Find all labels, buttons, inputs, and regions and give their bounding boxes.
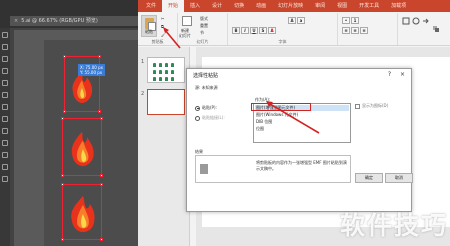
bullets-button[interactable]: • — [342, 17, 350, 24]
align-right-button[interactable]: ≡ — [360, 27, 368, 34]
rotate-tool-icon[interactable] — [2, 116, 8, 122]
align-left-button[interactable]: ≡ — [342, 27, 350, 34]
paste-button[interactable]: 粘贴 — [141, 15, 157, 37]
rectangle-shape-icon[interactable] — [402, 17, 410, 25]
ribbon: 粘贴 ✂ ⧉ 🖌 剪贴板 新建 幻灯片 版式 重置 节 幻灯片 B I U S — [138, 12, 450, 46]
tab-addins[interactable]: 加载项 — [385, 0, 412, 12]
ribbon-tab-bar: 文件 开始 插入 设计 切换 动画 幻灯片放映 审阅 视图 开发工具 加载项 — [138, 0, 450, 12]
strikethrough-button[interactable]: S — [259, 27, 267, 34]
flame-artwork[interactable] — [66, 192, 100, 236]
align-center-button[interactable]: ≡ — [351, 27, 359, 34]
document-tab-title: 5.ai @ 66.67% (RGB/GPU 预览) — [21, 18, 98, 24]
tab-slideshow[interactable]: 幻灯片放映 — [272, 0, 309, 12]
paste-label: 粘贴 — [145, 29, 153, 34]
section-button[interactable]: 节 — [200, 30, 204, 36]
reset-button[interactable]: 重置 — [200, 23, 208, 29]
tab-developer[interactable]: 开发工具 — [353, 0, 385, 12]
annotation-arrow-option — [266, 101, 320, 134]
numbering-button[interactable]: 1 — [351, 17, 359, 24]
annotation-arrow-paste — [163, 27, 181, 49]
font-group-label: 字体 — [278, 39, 287, 44]
scale-tool-icon[interactable] — [2, 128, 8, 134]
result-box: 将剪贴板的内容作为一张增强型 EMF 图片粘贴到演示文稿中。 — [195, 155, 351, 183]
pen-tool-icon[interactable] — [2, 56, 8, 62]
bold-button[interactable]: B — [232, 27, 240, 34]
shrink-font-button[interactable]: a — [297, 17, 305, 24]
slide-number: 1 — [141, 59, 145, 65]
arrange-icon[interactable] — [432, 25, 440, 33]
grow-font-button[interactable]: A — [288, 17, 296, 24]
slide-number: 2 — [141, 91, 145, 97]
paste-radio-row[interactable]: 粘贴(P): — [195, 105, 217, 111]
cancel-button[interactable]: 取消 — [385, 173, 413, 183]
clipboard-result-icon — [200, 164, 208, 174]
result-text: 将剪贴板的内容作为一张增强型 EMF 图片粘贴到演示文稿中。 — [256, 160, 347, 171]
coordinate-tooltip: X: 75.00 px Y: 55.00 px — [78, 64, 105, 76]
tab-file[interactable]: 文件 — [140, 0, 162, 12]
tab-transitions[interactable]: 切换 — [228, 0, 250, 12]
clipboard-icon — [145, 18, 156, 31]
direct-selection-tool-icon[interactable] — [2, 44, 8, 50]
slide-thumbnails-pane: 1 2 — [138, 47, 190, 246]
screen: × 5.ai @ 66.67% (RGB/GPU 预览) X: 75.00 px… — [0, 0, 450, 246]
eyedropper-tool-icon[interactable] — [2, 152, 8, 158]
zoom-tool-icon[interactable] — [2, 176, 8, 182]
ok-button[interactable]: 确定 — [355, 173, 383, 183]
source-label: 源: 未知来源 — [195, 85, 218, 90]
close-icon[interactable]: × — [400, 71, 405, 78]
dialog-title: 选择性粘贴 — [193, 73, 219, 79]
underline-button[interactable]: U — [250, 27, 258, 34]
display-as-icon-checkbox[interactable] — [355, 103, 360, 109]
slide-thumbnail-current[interactable] — [147, 89, 185, 115]
paste-special-dialog: 选择性粘贴 ? × 源: 未知来源 作为(A): 粘贴(P): 粘贴链接(L):… — [186, 68, 413, 212]
watermark: 软件技巧 — [339, 211, 448, 240]
tab-animations[interactable]: 动画 — [250, 0, 272, 12]
paste-radio[interactable] — [195, 105, 200, 111]
display-as-icon-row[interactable]: 显示为图标(D) — [355, 103, 388, 109]
illustrator-window: × 5.ai @ 66.67% (RGB/GPU 预览) X: 75.00 px… — [0, 0, 140, 246]
tab-insert[interactable]: 插入 — [184, 0, 206, 12]
brush-tool-icon[interactable] — [2, 104, 8, 110]
help-icon[interactable]: ? — [388, 71, 391, 78]
tab-home[interactable]: 开始 — [162, 0, 185, 12]
display-as-icon-label: 显示为图标(D) — [362, 103, 389, 108]
flame-artwork[interactable] — [67, 128, 99, 170]
paste-link-radio[interactable] — [195, 115, 200, 121]
paste-radio-label: 粘贴(P): — [202, 105, 217, 110]
italic-button[interactable]: I — [241, 27, 249, 34]
drawing-group — [398, 13, 450, 45]
tab-view[interactable]: 视图 — [331, 0, 353, 12]
gradient-tool-icon[interactable] — [2, 140, 8, 146]
document-tab[interactable]: × 5.ai @ 66.67% (RGB/GPU 预览) — [10, 16, 140, 26]
paste-link-radio-row[interactable]: 粘贴链接(L): — [195, 115, 225, 121]
paste-link-radio-label: 粘贴链接(L): — [202, 115, 225, 120]
slides-group: 新建 幻灯片 版式 重置 节 幻灯片 — [178, 13, 228, 45]
hand-tool-icon[interactable] — [2, 164, 8, 170]
arrow-shape-icon[interactable] — [422, 17, 430, 25]
slide-thumbnail[interactable] — [147, 57, 185, 83]
line-tool-icon[interactable] — [2, 80, 8, 86]
font-color-button[interactable]: A — [268, 27, 276, 34]
paragraph-group: ≡ ≡ ≡ • 1 — [338, 13, 398, 45]
tab-design[interactable]: 设计 — [206, 0, 228, 12]
cut-icon[interactable]: ✂ — [161, 16, 164, 21]
type-tool-icon[interactable] — [2, 68, 8, 74]
tools-panel — [0, 28, 10, 246]
close-icon[interactable]: × — [14, 18, 18, 24]
selection-tool-icon[interactable] — [2, 32, 8, 38]
tab-review[interactable]: 审阅 — [309, 0, 331, 12]
rectangle-tool-icon[interactable] — [2, 92, 8, 98]
ellipse-shape-icon[interactable] — [412, 17, 420, 25]
layout-button[interactable]: 版式 — [200, 16, 208, 22]
slides-group-label: 幻灯片 — [196, 39, 209, 44]
font-group: B I U S A A a 字体 — [228, 13, 338, 45]
